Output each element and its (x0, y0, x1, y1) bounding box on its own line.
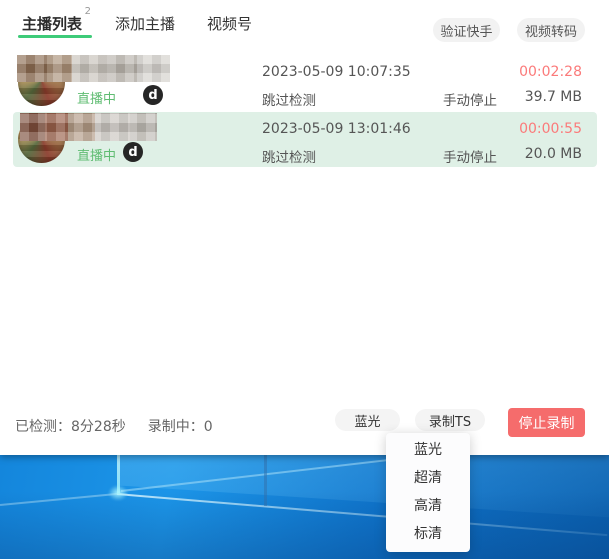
dropdown-option-ultra-hd[interactable]: 超清 (386, 463, 470, 491)
platform-d-badge-icon: d (143, 85, 163, 105)
wallpaper-window-pane (117, 455, 609, 535)
video-transcode-button[interactable]: 视频转码 (517, 18, 585, 42)
anchor-name-censored (17, 55, 170, 82)
tab-video-account[interactable]: 视频号 (207, 13, 252, 34)
verify-kuaishou-button[interactable]: 验证快手 (433, 18, 500, 42)
quality-select-button[interactable]: 蓝光 (335, 409, 400, 431)
detect-mode-label: 跳过检测 (262, 146, 316, 166)
stop-mode-label: 手动停止 (443, 146, 497, 166)
recording-count-label: 录制中：0 (148, 416, 213, 436)
record-file-size: 39.7 MB (525, 89, 582, 105)
detect-mode-label: 跳过检测 (262, 89, 316, 109)
stream-start-time: 2023-05-09 13:01:46 (262, 121, 411, 137)
anchor-name-censored (20, 113, 157, 141)
dropdown-option-high-def[interactable]: 高清 (386, 491, 470, 519)
wallpaper-left-edge-line (0, 493, 118, 506)
dropdown-option-blu-ray[interactable]: 蓝光 (386, 435, 470, 463)
wallpaper-bottom-edge-line (117, 493, 607, 536)
tab-anchor-list[interactable]: 主播列表 2 (22, 13, 82, 34)
active-tab-underline (18, 35, 92, 38)
footer-status: 已检测：8分28秒 录制中：0 (15, 416, 213, 436)
live-status-label: 直播中 (77, 145, 116, 164)
anchor-row-2-selected[interactable]: 直播中 d 2023-05-09 13:01:46 跳过检测 手动停止 00:0… (13, 112, 597, 167)
tab-anchor-list-label: 主播列表 (22, 15, 82, 33)
dropdown-option-standard-def[interactable]: 标清 (386, 519, 470, 547)
live-status-label: 直播中 (77, 88, 116, 107)
stream-start-time: 2023-05-09 10:07:35 (262, 64, 411, 80)
wallpaper-vertical-edge-line (117, 455, 120, 494)
wallpaper-top-edge-line (121, 455, 431, 491)
windows-desktop-wallpaper (0, 455, 609, 559)
tab-anchor-list-count-badge: 2 (85, 6, 91, 17)
wallpaper-pane-divider-line (264, 455, 267, 506)
record-duration: 00:02:28 (519, 64, 582, 80)
quality-dropdown-menu: 蓝光 超清 高清 标清 (386, 433, 470, 552)
wallpaper-corner-glow (108, 485, 128, 501)
detected-time-label: 已检测：8分28秒 (15, 416, 126, 436)
record-file-size: 20.0 MB (525, 146, 582, 162)
record-duration: 00:00:55 (519, 121, 582, 137)
anchor-row-1[interactable]: 直播中 d 2023-05-09 10:07:35 跳过检测 手动停止 00:0… (13, 55, 597, 110)
record-ts-button[interactable]: 录制TS (415, 409, 485, 431)
recorder-app-window: 主播列表 2 添加主播 视频号 验证快手 视频转码 直播中 d 2023-05-… (0, 0, 609, 455)
tab-add-anchor[interactable]: 添加主播 (115, 13, 175, 34)
stop-mode-label: 手动停止 (443, 89, 497, 109)
stop-record-button[interactable]: 停止录制 (508, 408, 585, 437)
platform-d-badge-icon: d (123, 142, 143, 162)
